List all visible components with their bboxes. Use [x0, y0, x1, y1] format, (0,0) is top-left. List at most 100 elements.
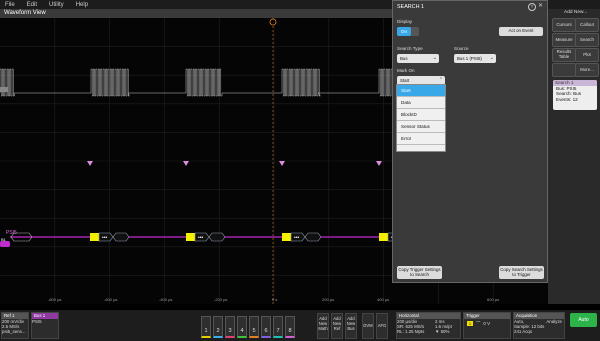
time-label-4: -200 µs: [214, 297, 228, 302]
option-data[interactable]: Data: [397, 97, 445, 109]
acq-analyze: Analyze: [546, 319, 562, 324]
help-icon[interactable]: ?: [528, 3, 536, 11]
display-toggle[interactable]: On: [397, 27, 419, 36]
time-label-7: 400 µs: [377, 297, 390, 302]
search-type-label: Search Type: [397, 46, 423, 51]
copy-search-label: Copy Search Settings to Trigger: [500, 266, 543, 277]
bus-data-ellipsis: •••: [294, 235, 300, 241]
dvm-label: DVM: [363, 323, 373, 328]
menu-edit[interactable]: Edit: [22, 2, 44, 8]
time-label-8: 600 µs: [487, 297, 500, 302]
search-mark-icon: [87, 161, 93, 166]
trigger-channel-icon: 1: [467, 321, 473, 326]
bus-start-packet: [186, 233, 195, 241]
act-on-event-button[interactable]: Act on Event: [499, 27, 543, 36]
channel-6-button[interactable]: 6: [261, 316, 271, 338]
act-on-event-label: Act on Event: [508, 28, 534, 34]
time-label-5: 0 s: [272, 297, 278, 302]
bus-label: PSI5: [6, 230, 17, 236]
bus1-protocol: PSI5: [32, 319, 42, 324]
trigger-level: 0 V: [483, 321, 490, 326]
bus-start-packet: [379, 233, 388, 241]
ref1-badge[interactable]: Ref 1 200 mV/div 2.5 MS/s psi5_sens...: [1, 312, 29, 339]
channel-8-button[interactable]: 8: [285, 316, 295, 338]
bus-data-ellipsis: •••: [198, 235, 204, 241]
mark-on-value: Start: [400, 78, 410, 83]
mark-on-dropdown: Start Data BlockID Sensor Status Error: [396, 84, 446, 152]
dialog-title: SEARCH 1: [397, 4, 424, 10]
search-mark-icon: [183, 161, 189, 166]
measure-button[interactable]: Measure: [552, 33, 576, 47]
option-blockid[interactable]: BlockID: [397, 109, 445, 121]
copy-search-to-trigger-button[interactable]: Copy Search Settings to Trigger: [499, 266, 544, 279]
source-label: Source: [454, 46, 469, 51]
search-type-value: Bus: [400, 56, 408, 61]
search-badge-events: Events: 12: [556, 96, 578, 102]
display-label: Display: [397, 19, 413, 24]
plot-button[interactable]: Plot: [575, 48, 599, 62]
add-new-ref-l3: Ref: [333, 326, 341, 331]
run-stop-button[interactable]: Auto: [570, 313, 597, 327]
bus-status-packet: [112, 232, 130, 242]
bus-status-packet: [208, 232, 226, 242]
channel-1-button[interactable]: 1: [201, 316, 211, 338]
waveform-view-title: Waveform View: [4, 10, 46, 16]
afg-button[interactable]: AFG: [376, 313, 388, 339]
channel-4-button[interactable]: 4: [237, 316, 247, 338]
horizontal-badge[interactable]: Horizontal 200 µs/div SR: 625 MS/s RL: 1…: [396, 312, 461, 339]
afg-label: AFG: [377, 323, 387, 328]
menu-help[interactable]: Help: [71, 2, 95, 8]
channel-2-button[interactable]: 2: [213, 316, 223, 338]
search-mark-icon: [279, 161, 285, 166]
time-label-2: -600 µs: [104, 297, 118, 302]
cursors-button[interactable]: Cursors: [552, 18, 576, 32]
time-label-3: -400 µs: [159, 297, 173, 302]
channel-3-button[interactable]: 3: [225, 316, 235, 338]
channel-5-button[interactable]: 5: [249, 316, 259, 338]
add-new-ref-button[interactable]: Add New Ref: [331, 313, 343, 339]
more-button[interactable]: More...: [575, 63, 599, 77]
bus-start-packet: [282, 233, 291, 241]
trigger-badge[interactable]: Trigger 1 ⌒ 0 V: [463, 312, 511, 339]
copy-trigger-to-search-button[interactable]: Copy Trigger Settings to Search: [397, 266, 442, 279]
horizontal-rl: RL: 1.25 Mpts: [397, 329, 425, 334]
acquisition-badge[interactable]: Acquisition Auto, Analyze Sample: 12 bit…: [513, 312, 565, 339]
channel-7-button[interactable]: 7: [273, 316, 283, 338]
chevron-down-icon: ⌄: [432, 55, 437, 61]
search-mark-icon: [376, 161, 382, 166]
search-type-select[interactable]: Bus ⌄: [397, 54, 439, 63]
trigger-cursor-icon[interactable]: [269, 18, 277, 26]
dvm-button[interactable]: DVM: [362, 313, 374, 339]
blank-button[interactable]: [552, 63, 576, 77]
mark-on-label: Mark On: [397, 68, 415, 73]
add-new-math-button[interactable]: Add New Math: [317, 313, 329, 339]
menu-file[interactable]: File: [0, 2, 22, 8]
ref-channel-marker[interactable]: [0, 87, 8, 92]
ref1-file: psi5_sens...: [2, 329, 26, 334]
close-icon[interactable]: ✕: [538, 2, 543, 9]
add-new-label: Add New...: [564, 10, 588, 15]
acq-count: 241 Acqs: [514, 329, 533, 334]
run-label: Auto: [578, 317, 589, 323]
chevron-down-icon: ⌄: [489, 55, 494, 61]
add-new-bus-l3: Bus: [347, 326, 355, 331]
option-sensor-status[interactable]: Sensor Status: [397, 121, 445, 133]
add-new-math-l3: Math: [318, 326, 328, 331]
bus1-badge[interactable]: Bus 1 PSI5: [31, 312, 59, 339]
results-table-button[interactable]: Results Table: [552, 48, 576, 62]
bus-marker-label: B1: [1, 237, 6, 242]
source-value: Bus 1 (PSI5): [457, 56, 482, 61]
source-select[interactable]: Bus 1 (PSI5) ⌄: [454, 54, 496, 63]
option-error[interactable]: Error: [397, 133, 445, 145]
trigger-slope-icon: ⌒: [476, 321, 481, 326]
option-start[interactable]: Start: [397, 85, 445, 97]
display-toggle-on: On: [397, 27, 411, 36]
search-button[interactable]: Search: [575, 33, 599, 47]
add-new-bus-button[interactable]: Add New Bus: [345, 313, 357, 339]
menu-utility[interactable]: Utility: [44, 2, 71, 8]
search-badge[interactable]: Search 1 Bus: PSI5 Search: Bus Events: 1…: [553, 80, 597, 110]
time-label-1: -800 µs: [48, 297, 62, 302]
copy-trigger-label: Copy Trigger Settings to Search: [398, 266, 441, 277]
callout-button[interactable]: Callout: [575, 18, 599, 32]
bus-status-packet: [304, 232, 322, 242]
